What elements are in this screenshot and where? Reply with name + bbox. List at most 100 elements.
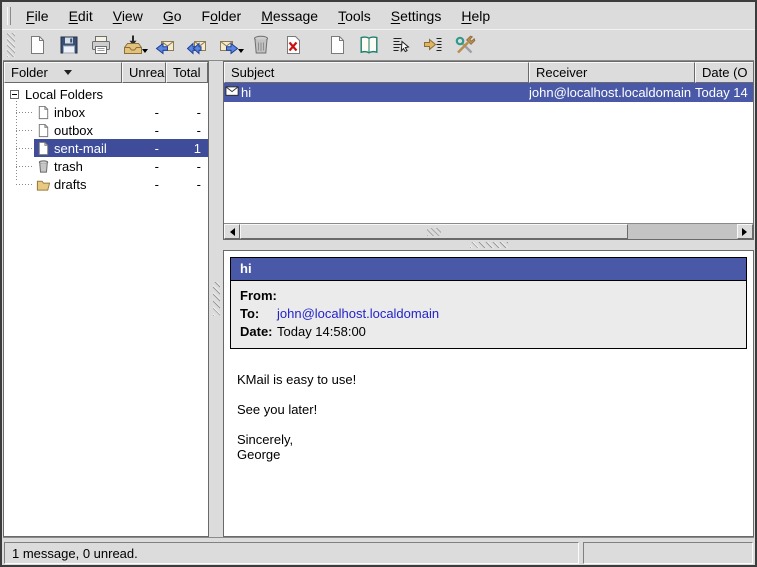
blank-page-button[interactable] [322, 31, 352, 59]
folder-item-inbox[interactable]: inbox-- [4, 103, 208, 121]
tree-branch-connector [16, 148, 34, 149]
folder-name: drafts [54, 177, 122, 192]
header-field-label: Date: [231, 323, 277, 341]
folder-item-content[interactable]: outbox-- [34, 121, 208, 139]
message-header-box: hi From:To:john@localhost.localdomainDat… [230, 257, 747, 349]
horizontal-splitter[interactable] [223, 240, 754, 250]
body-line [237, 387, 747, 402]
new-message-button[interactable] [22, 31, 52, 59]
folder-root-local-folders[interactable]: Local Folders [4, 85, 208, 103]
forward-button[interactable] [214, 31, 244, 59]
status-bar: 1 message, 0 unread. [2, 541, 755, 565]
column-header-unread[interactable]: Unread [122, 62, 166, 83]
menu-view[interactable]: View [103, 4, 153, 28]
dropdown-arrow-icon[interactable] [142, 49, 148, 56]
toolbar-buttons [22, 31, 482, 59]
body-line: Sincerely, [237, 432, 747, 447]
folder-item-drafts[interactable]: drafts-- [4, 175, 208, 193]
tree-branch-connector [16, 184, 34, 185]
folder-icon [35, 176, 51, 192]
envelope-icon [224, 85, 241, 100]
menubar-drag-handle[interactable] [7, 7, 11, 25]
dropdown-arrow-icon[interactable] [238, 49, 244, 56]
scrollbar-track[interactable] [628, 224, 737, 239]
tree-collapse-icon[interactable] [10, 90, 19, 99]
column-header-folder[interactable]: Folder [4, 62, 122, 83]
folder-name: sent-mail [54, 141, 122, 156]
column-header-receiver-label: Receiver [536, 65, 587, 80]
menu-tools[interactable]: Tools [328, 4, 381, 28]
scroll-right-button[interactable] [737, 224, 753, 239]
folder-item-trash[interactable]: trash-- [4, 157, 208, 175]
horizontal-splitter-grip[interactable] [470, 242, 508, 248]
trash-icon [35, 158, 51, 174]
delete-button[interactable] [278, 31, 308, 59]
body-line: See you later! [237, 402, 747, 417]
folder-name: inbox [54, 105, 122, 120]
folder-list-header: Folder Unread Total [4, 62, 208, 83]
folder-unread-count: - [122, 177, 166, 192]
column-header-total[interactable]: Total [166, 62, 208, 83]
scroll-left-button[interactable] [224, 224, 240, 239]
file-icon [35, 104, 51, 120]
folder-total-count: 1 [166, 141, 208, 156]
vertical-splitter[interactable] [209, 61, 223, 537]
column-header-receiver[interactable]: Receiver [529, 62, 695, 83]
menu-go[interactable]: Go [153, 4, 192, 28]
menu-help[interactable]: Help [451, 4, 500, 28]
folder-unread-count: - [122, 159, 166, 174]
folder-item-outbox[interactable]: outbox-- [4, 121, 208, 139]
menu-message[interactable]: Message [251, 4, 328, 28]
reply-all-button[interactable] [182, 31, 212, 59]
save-button[interactable] [54, 31, 84, 59]
message-preview-pane: hi From:To:john@localhost.localdomainDat… [223, 250, 754, 537]
horizontal-scrollbar [224, 223, 753, 239]
folder-item-content[interactable]: inbox-- [34, 103, 208, 121]
vertical-splitter-grip[interactable] [213, 282, 220, 316]
menu-items: FileEditViewGoFolderMessageToolsSettings… [16, 4, 500, 28]
configure-button[interactable] [450, 31, 480, 59]
folder-panel: Folder Unread Total Local Foldersinbox--… [3, 61, 209, 537]
column-header-unread-label: Unread [129, 65, 166, 80]
print-button[interactable] [86, 31, 116, 59]
menu-edit[interactable]: Edit [59, 4, 103, 28]
delete-icon [281, 33, 305, 57]
folder-item-sent-mail[interactable]: sent-mail-1 [4, 139, 208, 157]
check-mail-button[interactable] [118, 31, 148, 59]
menu-folder[interactable]: Folder [192, 4, 252, 28]
body-line: KMail is easy to use! [237, 372, 747, 387]
folder-item-content[interactable]: drafts-- [34, 175, 208, 193]
scroll-left-arrow-icon [226, 228, 235, 236]
reply-button[interactable] [150, 31, 180, 59]
trash-button[interactable] [246, 31, 276, 59]
file-icon [35, 122, 51, 138]
email-address-link[interactable]: john@localhost.localdomain [277, 305, 746, 323]
header-field-value: Today 14:58:00 [277, 323, 746, 341]
message-list-header: Subject Receiver Date (O [224, 62, 753, 83]
list-select-button[interactable] [386, 31, 416, 59]
folder-name: trash [54, 159, 122, 174]
folder-unread-count: - [122, 123, 166, 138]
folder-total-count: - [166, 177, 208, 192]
body-line: George [237, 447, 747, 462]
main-area: Folder Unread Total Local Foldersinbox--… [3, 60, 754, 538]
save-icon [57, 33, 81, 57]
message-row[interactable]: hijohn@localhost.localdomainToday 14 [224, 83, 753, 102]
folder-item-selected[interactable]: sent-mail-1 [34, 139, 208, 157]
toolbar-drag-handle[interactable] [7, 33, 15, 57]
scrollbar-thumb[interactable] [240, 224, 628, 239]
folder-total-count: - [166, 105, 208, 120]
column-header-date[interactable]: Date (O [695, 62, 753, 83]
folder-unread-count: - [122, 141, 166, 156]
right-panes: Subject Receiver Date (O hijohn@localhos… [223, 61, 754, 537]
menu-file[interactable]: File [16, 4, 59, 28]
folder-item-content[interactable]: trash-- [34, 157, 208, 175]
tree-branch-connector [16, 130, 34, 131]
status-secondary-panel [583, 542, 753, 564]
address-book-button[interactable] [354, 31, 384, 59]
menu-settings[interactable]: Settings [381, 4, 452, 28]
message-date: Today 14 [695, 85, 753, 100]
list-jump-button[interactable] [418, 31, 448, 59]
column-header-subject[interactable]: Subject [224, 62, 529, 83]
status-message-panel: 1 message, 0 unread. [4, 542, 579, 564]
